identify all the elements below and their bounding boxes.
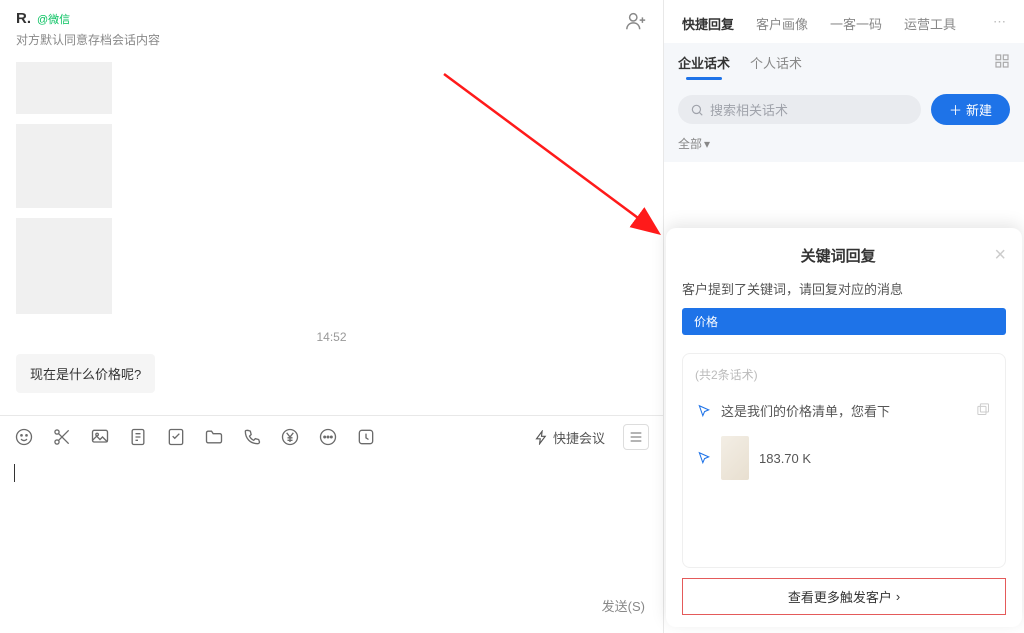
category-dropdown[interactable]: 全部 ▾ [678, 135, 710, 152]
consent-notice: 对方默认同意存档会话内容 [16, 31, 160, 48]
user-source-tag: @微信 [37, 11, 70, 27]
emoji-icon[interactable] [14, 427, 34, 447]
keyword-chip[interactable]: 价格 [682, 308, 1006, 335]
popover-title: 关键词回复 [682, 245, 994, 266]
folder-icon[interactable] [204, 427, 224, 447]
script-count: (共2条话术) [695, 366, 993, 383]
chevron-right-icon: › [896, 589, 900, 604]
subtab-enterprise[interactable]: 企业话术 [678, 53, 730, 78]
quick-meeting-button[interactable]: 快捷会议 [534, 428, 605, 447]
keyword-reply-popover: 关键词回复 × 客户提到了关键词，请回复对应的消息 价格 (共2条话术) 这是我… [666, 228, 1022, 627]
cursor-icon [697, 404, 711, 418]
clock-icon[interactable] [356, 427, 376, 447]
incoming-message: 现在是什么价格呢? [16, 354, 155, 393]
message-block [16, 218, 112, 314]
cursor-icon [697, 451, 711, 465]
quick-meeting-label: 快捷会议 [553, 428, 605, 447]
close-icon[interactable]: × [994, 244, 1006, 267]
phone-icon[interactable] [242, 427, 262, 447]
plus-icon: ＋ [949, 100, 962, 119]
menu-icon[interactable] [623, 424, 649, 450]
subtab-personal[interactable]: 个人话术 [750, 53, 802, 78]
message-block [16, 124, 112, 208]
chat-timestamp: 14:52 [16, 330, 647, 344]
more-icon[interactable] [318, 427, 338, 447]
task-icon[interactable] [166, 427, 186, 447]
tab-customer-profile[interactable]: 客户画像 [756, 14, 808, 33]
tab-ops-tools[interactable]: 运营工具 [904, 14, 956, 33]
scissors-icon[interactable] [52, 427, 72, 447]
search-input[interactable]: 搜索相关话术 [678, 95, 921, 124]
insert-icon[interactable] [976, 402, 991, 420]
form-icon[interactable] [128, 427, 148, 447]
search-icon [690, 103, 704, 117]
script-item[interactable]: 这是我们的价格清单，您看下 [695, 393, 993, 428]
chat-body: 14:52 现在是什么价格呢? [0, 54, 663, 415]
tab-one-code[interactable]: 一客一码 [830, 14, 882, 33]
add-user-icon[interactable] [625, 10, 647, 35]
view-more-button[interactable]: 查看更多触发客户 › [682, 578, 1006, 615]
search-placeholder: 搜索相关话术 [710, 100, 788, 119]
popover-subtitle: 客户提到了关键词，请回复对应的消息 [682, 279, 1006, 298]
chevron-down-icon: ▾ [704, 137, 710, 151]
send-button[interactable]: 发送(S) [602, 596, 645, 615]
script-item[interactable]: 183.70 K [695, 428, 993, 488]
new-script-button[interactable]: ＋ 新建 [931, 94, 1010, 125]
grid-icon[interactable] [994, 53, 1010, 78]
more-tabs-icon[interactable]: ⋯ [993, 14, 1006, 33]
side-tabs: 快捷回复 客户画像 一客一码 运营工具 ⋯ [664, 0, 1024, 43]
message-block [16, 62, 112, 114]
tab-quick-reply[interactable]: 快捷回复 [682, 14, 734, 33]
yen-icon[interactable] [280, 427, 300, 447]
message-input[interactable] [0, 458, 635, 588]
user-name: R. [16, 10, 31, 27]
image-icon[interactable] [90, 427, 110, 447]
file-thumbnail [721, 436, 749, 480]
chat-header: R. @微信 对方默认同意存档会话内容 [0, 0, 663, 54]
